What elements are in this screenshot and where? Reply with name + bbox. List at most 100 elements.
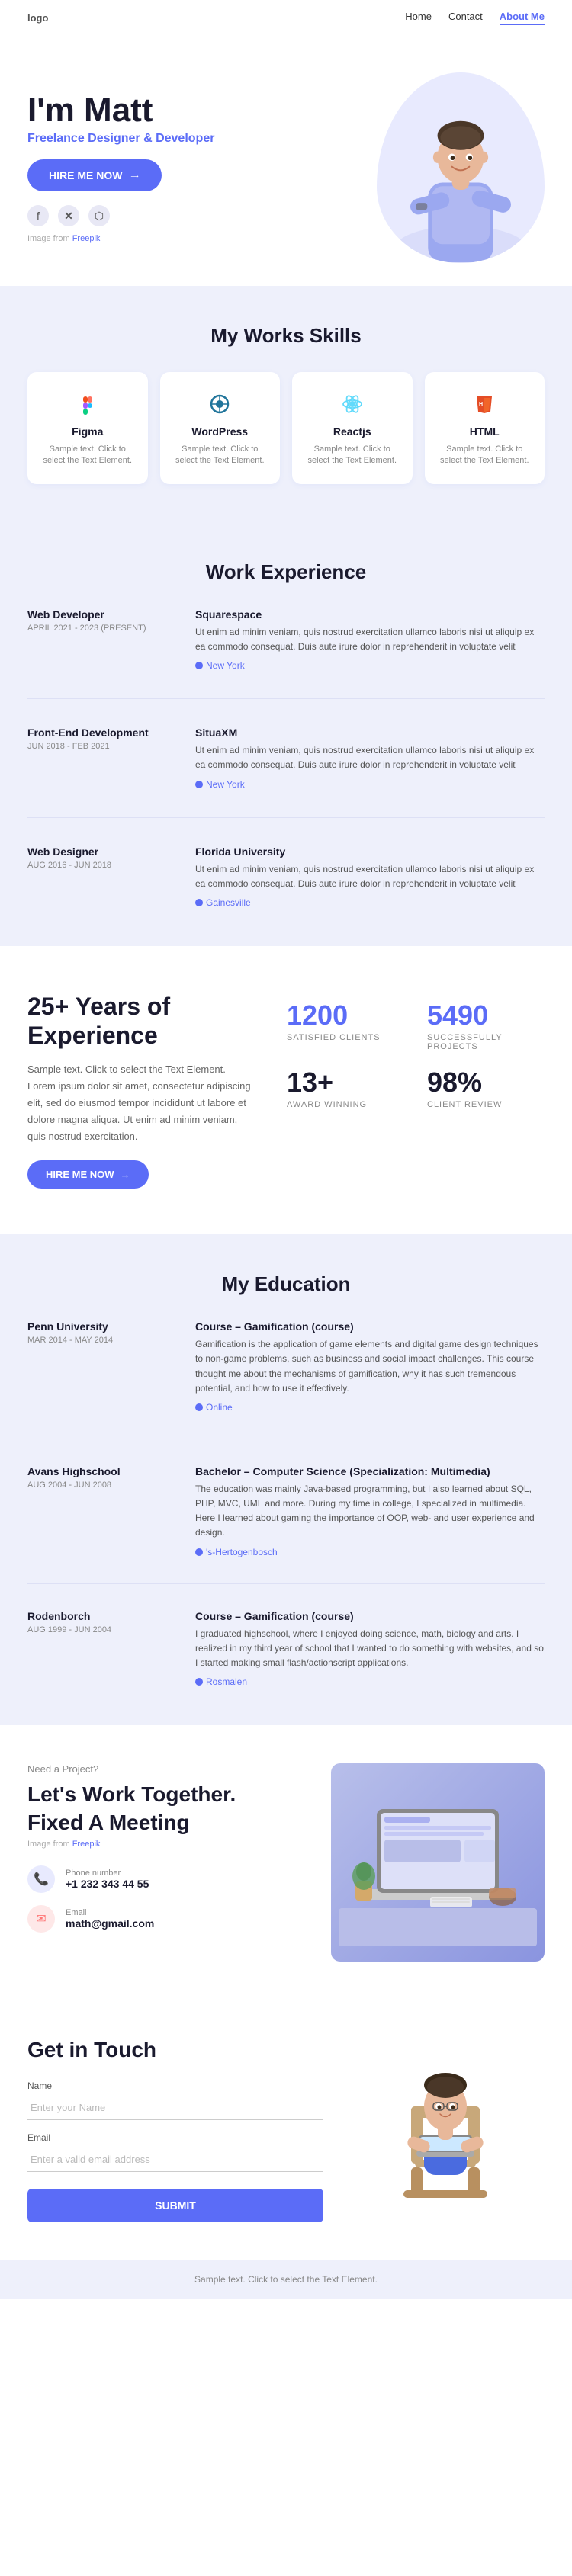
work-right-0: Squarespace Ut enim ad minim veniam, qui… xyxy=(195,608,545,671)
html-name: HTML xyxy=(470,425,500,438)
education-section: My Education Penn University MAR 2014 - … xyxy=(0,1234,572,1725)
work-item-2: Web Designer AUG 2016 - JUN 2018 Florida… xyxy=(27,845,545,908)
stats-right: 1200 SATISFIED CLIENTS 5490 SUCCESSFULLY… xyxy=(287,992,545,1109)
skill-card-figma: Figma Sample text. Click to select the T… xyxy=(27,372,148,484)
figma-desc: Sample text. Click to select the Text El… xyxy=(40,444,136,467)
company-1: SituaXM xyxy=(195,727,545,739)
stat-label-1: SUCCESSFULLY PROJECTS xyxy=(427,1033,545,1051)
name-input[interactable] xyxy=(27,2096,323,2120)
stat-number-3: 98% xyxy=(427,1067,545,1099)
reactjs-icon xyxy=(337,389,368,419)
wordpress-name: WordPress xyxy=(191,425,248,438)
email-value: math@gmail.com xyxy=(66,1917,154,1930)
laptop-svg xyxy=(339,1779,537,1946)
submit-button[interactable]: SUBMIT xyxy=(27,2189,323,2222)
contact-section: Get in Touch Name Email SUBMIT xyxy=(0,2000,572,2260)
course-2: Course – Gamification (course) xyxy=(195,1610,545,1622)
edu-right-0: Course – Gamification (course) Gamificat… xyxy=(195,1320,545,1413)
instagram-icon[interactable]: ⬡ xyxy=(88,205,110,226)
work-item-1: Front-End Development JUN 2018 - FEB 202… xyxy=(27,727,545,789)
stat-number-2: 13+ xyxy=(287,1067,404,1099)
skill-card-reactjs: Reactjs Sample text. Click to select the… xyxy=(292,372,413,484)
edu-desc-1: The education was mainly Java-based prog… xyxy=(195,1482,545,1541)
job-title-2: Web Designer xyxy=(27,845,180,858)
company-0: Squarespace xyxy=(195,608,545,621)
project-heading-line2: Fixed A Meeting xyxy=(27,1811,190,1834)
facebook-icon[interactable]: f xyxy=(27,205,49,226)
edu-location-dot-2 xyxy=(195,1678,203,1686)
stat-item-2: 13+ AWARD WINNING xyxy=(287,1067,404,1109)
stats-section: 25+ Years of Experience Sample text. Cli… xyxy=(0,946,572,1234)
company-2: Florida University xyxy=(195,845,545,858)
job-date-2: AUG 2016 - JUN 2018 xyxy=(27,861,180,870)
stat-number-1: 5490 xyxy=(427,999,545,1031)
hero-right xyxy=(377,72,545,263)
stats-desc: Sample text. Click to select the Text El… xyxy=(27,1061,256,1145)
stat-label-3: CLIENT REVIEW xyxy=(427,1100,545,1109)
job-date-1: JUN 2018 - FEB 2021 xyxy=(27,742,180,751)
course-0: Course – Gamification (course) xyxy=(195,1320,545,1333)
stat-item-1: 5490 SUCCESSFULLY PROJECTS xyxy=(427,999,545,1051)
project-right xyxy=(331,1763,545,1962)
project-freepik-link[interactable]: Freepik xyxy=(72,1840,101,1849)
hire-me-button[interactable]: HIRE ME NOW → xyxy=(27,159,162,191)
hero-subtitle: Freelance Designer & Developer xyxy=(27,132,214,146)
edu-right-1: Bachelor – Computer Science (Specializat… xyxy=(195,1465,545,1557)
need-text: Need a Project? xyxy=(27,1763,308,1775)
project-heading: Let's Work Together. Fixed A Meeting xyxy=(27,1781,308,1837)
edu-location-dot-0 xyxy=(195,1403,203,1411)
email-icon: ✉ xyxy=(27,1905,55,1933)
project-cta-section: Need a Project? Let's Work Together. Fix… xyxy=(0,1725,572,2000)
skill-card-wordpress: WordPress Sample text. Click to select t… xyxy=(160,372,281,484)
submit-label: SUBMIT xyxy=(155,2199,196,2212)
stat-label-2: AWARD WINNING xyxy=(287,1100,404,1109)
edu-left-0: Penn University MAR 2014 - MAY 2014 xyxy=(27,1320,180,1413)
nav-home[interactable]: Home xyxy=(405,11,432,25)
hero-left: I'm Matt Freelance Designer & Developer … xyxy=(27,92,214,243)
school-0: Penn University xyxy=(27,1320,180,1333)
work-left-1: Front-End Development JUN 2018 - FEB 202… xyxy=(27,727,180,789)
hero-section: I'm Matt Freelance Designer & Developer … xyxy=(0,36,572,286)
hero-image-credit: Image from Freepik xyxy=(27,234,214,243)
contact-form: Get in Touch Name Email SUBMIT xyxy=(27,2038,323,2222)
edu-item-1: Avans Highschool AUG 2004 - JUN 2008 Bac… xyxy=(27,1465,545,1557)
footer-text: Sample text. Click to select the Text El… xyxy=(27,2274,545,2285)
location-dot-1 xyxy=(195,781,203,788)
course-1: Bachelor – Computer Science (Specializat… xyxy=(195,1465,545,1477)
job-title-1: Front-End Development xyxy=(27,727,180,739)
freepik-link[interactable]: Freepik xyxy=(72,234,101,243)
work-left-0: Web Developer APRIL 2021 - 2023 (PRESENT… xyxy=(27,608,180,671)
location-1: New York xyxy=(195,779,545,790)
edu-left-1: Avans Highschool AUG 2004 - JUN 2008 xyxy=(27,1465,180,1557)
job-title-0: Web Developer xyxy=(27,608,180,621)
email-row: ✉ Email math@gmail.com xyxy=(27,1905,308,1933)
nav-contact[interactable]: Contact xyxy=(448,11,483,25)
project-heading-line1: Let's Work Together. xyxy=(27,1782,236,1806)
work-item-0: Web Developer APRIL 2021 - 2023 (PRESENT… xyxy=(27,608,545,671)
name-label: Name xyxy=(27,2080,323,2091)
edu-date-0: MAR 2014 - MAY 2014 xyxy=(27,1336,180,1345)
work-list: Web Developer APRIL 2021 - 2023 (PRESENT… xyxy=(27,608,545,908)
phone-row: 📞 Phone number +1 232 343 44 55 xyxy=(27,1865,308,1893)
stats-arrow-icon: → xyxy=(121,1169,130,1180)
wordpress-icon xyxy=(204,389,235,419)
twitter-x-icon[interactable]: ✕ xyxy=(58,205,79,226)
edu-location-dot-1 xyxy=(195,1548,203,1556)
email-input[interactable] xyxy=(27,2148,323,2172)
navbar: logo Home Contact About Me xyxy=(0,0,572,36)
stats-hire-button[interactable]: HIRE ME NOW → xyxy=(27,1160,149,1189)
phone-value: +1 232 343 44 55 xyxy=(66,1878,149,1890)
job-date-0: APRIL 2021 - 2023 (PRESENT) xyxy=(27,624,180,633)
nav-about[interactable]: About Me xyxy=(500,11,545,25)
phone-icon: 📞 xyxy=(27,1865,55,1893)
phone-detail: Phone number +1 232 343 44 55 xyxy=(66,1869,149,1890)
contact-email-label: Email xyxy=(27,2132,323,2143)
stat-number-0: 1200 xyxy=(287,999,404,1031)
wordpress-desc: Sample text. Click to select the Text El… xyxy=(172,444,268,467)
project-image-credit: Image from Freepik xyxy=(27,1840,308,1849)
work-left-2: Web Designer AUG 2016 - JUN 2018 xyxy=(27,845,180,908)
arrow-icon: → xyxy=(128,168,140,182)
desc-0: Ut enim ad minim veniam, quis nostrud ex… xyxy=(195,625,545,654)
html-desc: Sample text. Click to select the Text El… xyxy=(437,444,533,467)
nav-logo: logo xyxy=(27,12,48,24)
